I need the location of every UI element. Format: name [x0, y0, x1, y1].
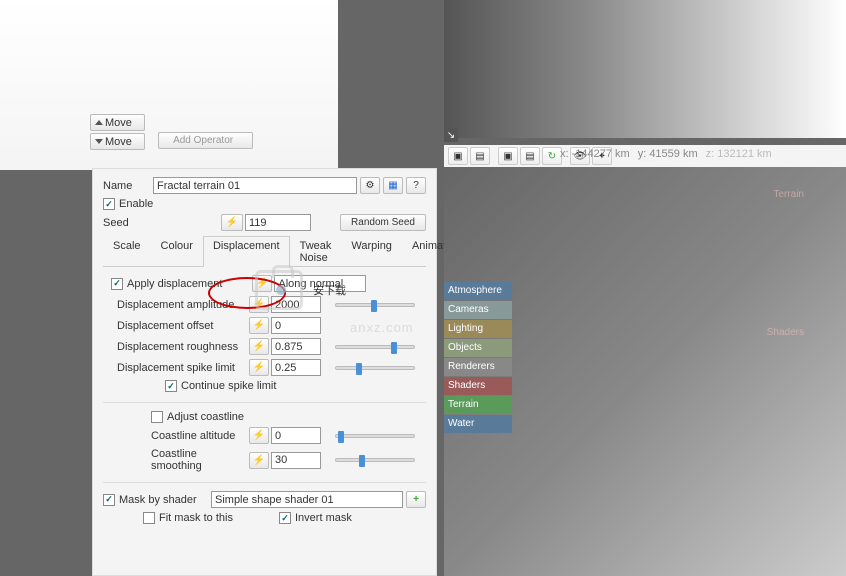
seed-param-icon[interactable]: ⚡ [221, 214, 243, 231]
node-list-panel: Move Move Add Operator [0, 0, 338, 170]
tool-btn-1[interactable]: ▣ [448, 147, 468, 165]
csmooth-param-icon[interactable]: ⚡ [249, 452, 269, 469]
category-list: Atmosphere Cameras Lighting Objects Rend… [444, 282, 512, 434]
help-icon[interactable]: ? [406, 177, 426, 194]
node-shaders[interactable]: Shaders [767, 327, 804, 338]
offset-field[interactable] [271, 317, 321, 334]
name-label: Name [103, 180, 153, 192]
tool-btn-3[interactable]: ▣ [498, 147, 518, 165]
apply-param-icon[interactable]: ⚡ [252, 275, 272, 292]
tab-tweak-noise[interactable]: Tweak Noise [290, 236, 342, 267]
adjust-coastline-label: Adjust coastline [167, 411, 244, 423]
coast-smooth-field[interactable] [271, 452, 321, 469]
coord-x: x: -144277 km [560, 148, 630, 160]
preview-viewport[interactable] [444, 0, 846, 138]
tool-btn-2[interactable]: ▤ [470, 147, 490, 165]
coast-alt-field[interactable] [271, 427, 321, 444]
along-normal-field[interactable] [274, 275, 366, 292]
cat-atmosphere[interactable]: Atmosphere [444, 282, 512, 300]
mask-shader-field[interactable] [211, 491, 403, 508]
fit-mask-checkbox[interactable] [143, 512, 155, 524]
coast-smooth-label: Coastline smoothing [111, 448, 246, 472]
coast-alt-slider[interactable] [335, 434, 415, 438]
tab-displacement[interactable]: Displacement [203, 236, 290, 267]
seed-label: Seed [103, 217, 153, 229]
off-param-icon[interactable]: ⚡ [249, 317, 269, 334]
calt-param-icon[interactable]: ⚡ [249, 427, 269, 444]
random-seed-button[interactable]: Random Seed [340, 214, 426, 231]
cat-terrain[interactable]: Terrain [444, 396, 512, 414]
preview-icon[interactable]: ▦ [383, 177, 403, 194]
property-panel: Name ⚙ ▦ ? ✓ Enable Seed ⚡ Random Seed S… [92, 168, 437, 576]
node-graph-viewport[interactable]: Atmosphere Cameras Lighting Objects Rend… [444, 167, 846, 576]
tool-btn-4[interactable]: ▤ [520, 147, 540, 165]
enable-checkbox[interactable]: ✓ [103, 198, 115, 210]
roughness-label: Displacement roughness [111, 341, 246, 353]
coast-alt-label: Coastline altitude [111, 430, 246, 442]
seed-field[interactable] [245, 214, 311, 231]
amplitude-slider[interactable] [335, 303, 415, 307]
amplitude-field[interactable] [271, 296, 321, 313]
apply-displacement-checkbox[interactable]: ✓ [111, 278, 123, 290]
rough-param-icon[interactable]: ⚡ [249, 338, 269, 355]
name-field[interactable] [153, 177, 357, 194]
spike-param-icon[interactable]: ⚡ [249, 359, 269, 376]
gear-icon[interactable]: ⚙ [360, 177, 380, 194]
move-down-button[interactable]: Move [90, 133, 145, 150]
adjust-coastline-checkbox[interactable] [151, 411, 163, 423]
fit-mask-label: Fit mask to this [159, 512, 279, 524]
tab-colour[interactable]: Colour [151, 236, 203, 267]
cat-renderers[interactable]: Renderers [444, 358, 512, 376]
enable-label: Enable [119, 198, 153, 210]
cat-cameras[interactable]: Cameras [444, 301, 512, 319]
invert-mask-checkbox[interactable]: ✓ [279, 512, 291, 524]
move-up-button[interactable]: Move [90, 114, 145, 131]
mask-by-shader-label: Mask by shader [119, 494, 211, 506]
coordinates-readout: x: -144277 km y: 41559 km z: 132121 km [560, 148, 772, 160]
node-terrain[interactable]: Terrain [773, 189, 804, 200]
cat-objects[interactable]: Objects [444, 339, 512, 357]
offset-label: Displacement offset [111, 320, 246, 332]
apply-displacement-label: Apply displacement [127, 278, 222, 290]
amp-param-icon[interactable]: ⚡ [249, 296, 269, 313]
cat-lighting[interactable]: Lighting [444, 320, 512, 338]
spike-slider[interactable] [335, 366, 415, 370]
tab-bar: Scale Colour Displacement Tweak Noise Wa… [103, 235, 426, 267]
amplitude-label: Displacement amplitude [111, 299, 246, 311]
roughness-field[interactable] [271, 338, 321, 355]
tool-btn-5[interactable]: ↻ [542, 147, 562, 165]
tab-warping[interactable]: Warping [341, 236, 402, 267]
cat-shaders[interactable]: Shaders [444, 377, 512, 395]
continue-spike-checkbox[interactable]: ✓ [165, 380, 177, 392]
cat-water[interactable]: Water [444, 415, 512, 433]
spike-field[interactable] [271, 359, 321, 376]
add-shader-icon[interactable]: + [406, 491, 426, 508]
roughness-slider[interactable] [335, 345, 415, 349]
tab-scale[interactable]: Scale [103, 236, 151, 267]
coord-y: y: 41559 km [638, 148, 698, 160]
viewport-resize-icon[interactable]: ↘ [444, 128, 458, 142]
add-operator-button[interactable]: Add Operator [158, 132, 253, 149]
invert-mask-label: Invert mask [295, 512, 352, 524]
mask-by-shader-checkbox[interactable]: ✓ [103, 494, 115, 506]
continue-spike-label: Continue spike limit [181, 380, 276, 392]
spike-label: Displacement spike limit [111, 362, 246, 374]
coast-smooth-slider[interactable] [335, 458, 415, 462]
coord-z: z: 132121 km [706, 148, 772, 160]
